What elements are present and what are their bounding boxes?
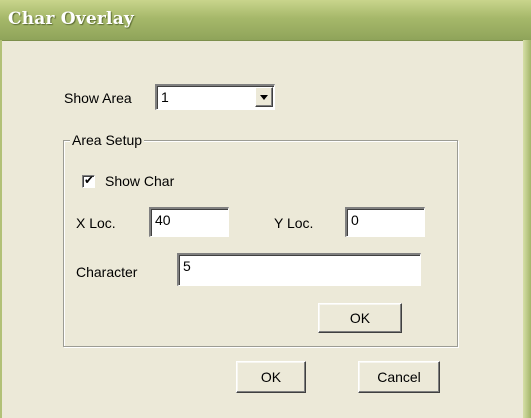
show-char-checkbox[interactable]: ✔ (82, 173, 95, 188)
show-char-label[interactable]: Show Char (105, 173, 174, 189)
show-area-selected-value: 1 (161, 89, 169, 105)
x-loc-input[interactable]: 40 (149, 207, 229, 237)
y-loc-input[interactable]: 0 (345, 207, 425, 237)
x-loc-label: X Loc. (76, 215, 116, 231)
area-setup-caption: Area Setup (70, 131, 145, 149)
show-area-label: Show Area (64, 90, 132, 106)
char-overlay-dialog: Char Overlay Show Area 1 Area Setup ✔ Sh… (0, 0, 531, 418)
area-setup-ok-button[interactable]: OK (318, 303, 402, 333)
chevron-down-icon (260, 95, 268, 100)
cancel-button[interactable]: Cancel (358, 361, 440, 393)
window-title: Char Overlay (8, 9, 134, 29)
ok-button[interactable]: OK (236, 361, 306, 393)
checkmark-icon: ✔ (84, 173, 95, 187)
title-bar[interactable]: Char Overlay (0, 0, 531, 41)
window-frame-left (0, 40, 2, 418)
show-area-dropdown-button[interactable] (255, 87, 273, 107)
window-frame-right (523, 40, 531, 418)
y-loc-label: Y Loc. (274, 215, 314, 231)
character-label: Character (76, 264, 138, 280)
character-input[interactable]: 5 (177, 253, 421, 286)
show-area-dropdown[interactable]: 1 (155, 84, 275, 110)
